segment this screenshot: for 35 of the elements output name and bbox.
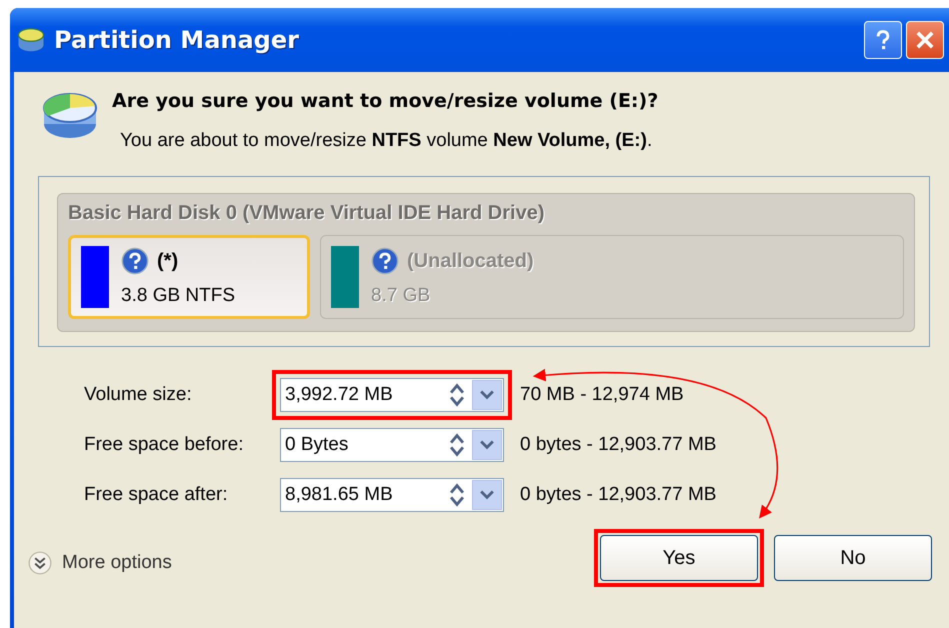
- partition-size: 8.7 GB: [371, 285, 432, 307]
- size-input[interactable]: 8,981.65 MB: [280, 478, 504, 512]
- field-label: Volume size:: [84, 384, 193, 406]
- confirmation-message: You are about to move/resize NTFS volume New Volume, (E:).: [120, 130, 654, 152]
- dialog-button[interactable]: No: [774, 535, 932, 581]
- dropdown-button[interactable]: [472, 380, 502, 410]
- help-icon: [371, 247, 399, 275]
- partition-tile[interactable]: (*) 3.8 GB NTFS: [68, 235, 310, 319]
- field-value: 3,992.72 MB: [284, 384, 394, 406]
- range-text: 70 MB - 12,974 MB: [520, 384, 684, 406]
- chevron-down-icon: [480, 440, 494, 450]
- size-input[interactable]: 3,992.72 MB: [280, 378, 504, 412]
- range-text: 0 bytes - 12,903.77 MB: [520, 484, 716, 506]
- disk-title: Basic Hard Disk 0 (VMware Virtual IDE Hard Drive): [68, 202, 546, 225]
- chevron-down-icon: [480, 490, 494, 500]
- field-label: Free space before:: [84, 434, 244, 456]
- field-value: 8,981.65 MB: [284, 484, 394, 506]
- size-input[interactable]: 0 Bytes: [280, 428, 504, 462]
- dialog-button[interactable]: Yes: [600, 535, 758, 581]
- range-text: 0 bytes - 12,903.77 MB: [520, 434, 716, 456]
- partition-size: 3.8 GB NTFS: [121, 285, 236, 307]
- field-value: 0 Bytes: [284, 434, 350, 456]
- dropdown-button[interactable]: [472, 480, 502, 510]
- chevron-down-icon: [480, 390, 494, 400]
- dropdown-button[interactable]: [472, 430, 502, 460]
- help-icon: [121, 247, 149, 275]
- partition-name: (Unallocated): [407, 250, 534, 272]
- window-title: Partition Manager: [54, 26, 299, 54]
- field-label: Free space after:: [84, 484, 229, 506]
- more-options-link[interactable]: More options: [62, 552, 172, 574]
- close-button[interactable]: [906, 21, 944, 59]
- partition-name: (*): [157, 250, 178, 272]
- confirmation-heading: Are you sure you want to move/resize volume (E:)?: [112, 90, 658, 112]
- help-button[interactable]: [864, 21, 902, 59]
- expand-icon[interactable]: [28, 551, 52, 575]
